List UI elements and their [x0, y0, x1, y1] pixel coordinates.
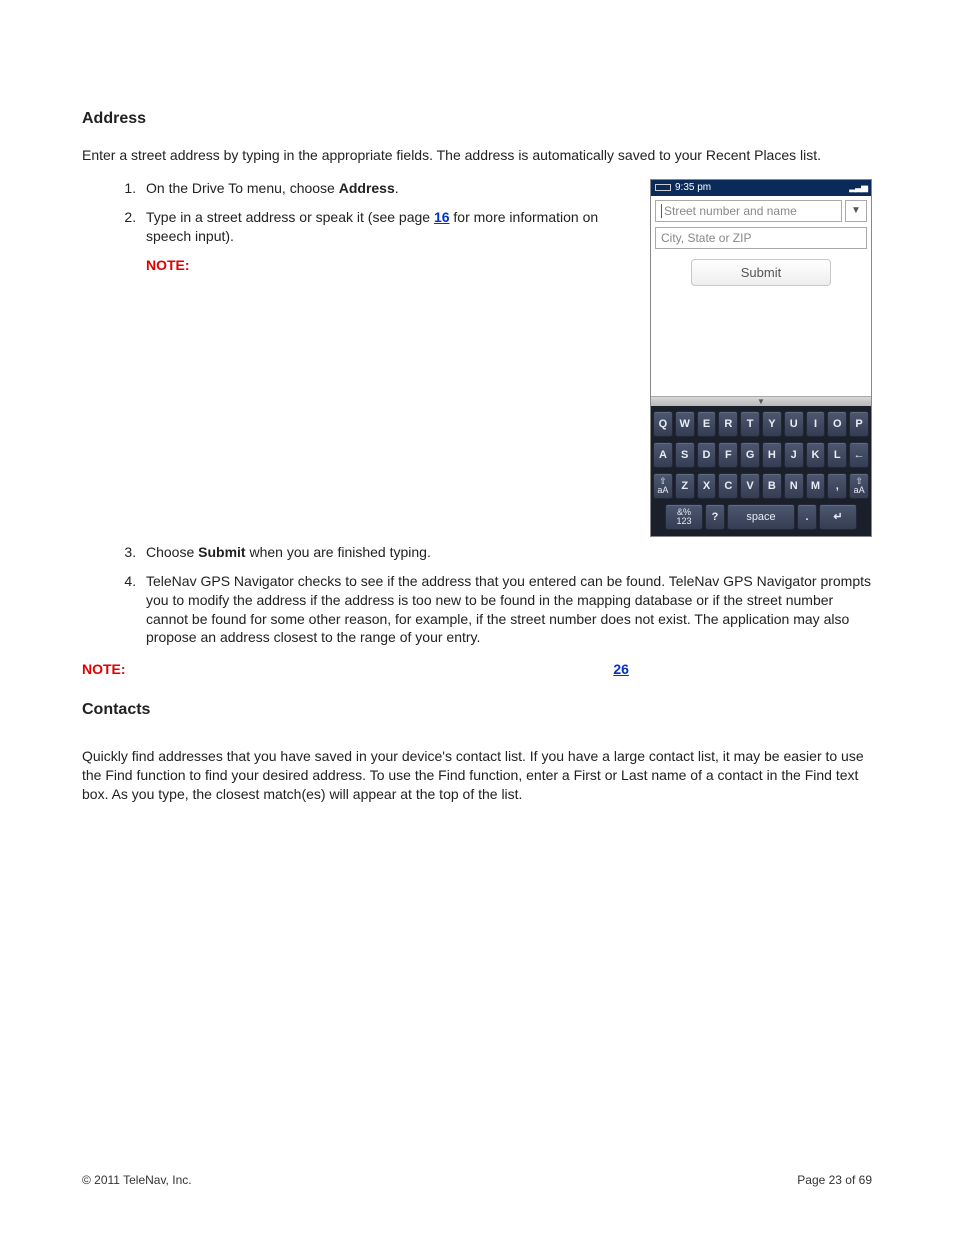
key-backspace[interactable]: ← — [849, 442, 869, 468]
key-g[interactable]: G — [740, 442, 760, 468]
phone-screenshot: 9:35 pm ▂▃▅ Street number and name ▼ Cit… — [650, 179, 872, 537]
key-enter[interactable]: ↵ — [819, 504, 857, 530]
address-intro: Enter a street address by typing in the … — [82, 146, 872, 165]
contacts-body: Quickly find addresses that you have sav… — [82, 747, 872, 804]
key-period[interactable]: . — [797, 504, 817, 530]
footer-page: Page 23 of 69 — [797, 1173, 872, 1187]
key-a[interactable]: A — [653, 442, 673, 468]
key-r[interactable]: R — [718, 411, 738, 437]
key-shift-left[interactable]: ⇧aA — [653, 473, 673, 499]
key-symbols[interactable]: &%123 — [665, 504, 703, 530]
street-dropdown[interactable]: ▼ — [845, 200, 867, 222]
phone-time: 9:35 pm — [675, 182, 711, 193]
submit-button[interactable]: Submit — [691, 259, 831, 286]
key-q[interactable]: Q — [653, 411, 673, 437]
bottom-note-label: NOTE: — [82, 661, 126, 677]
key-z[interactable]: Z — [675, 473, 695, 499]
key-space[interactable]: space — [727, 504, 795, 530]
key-p[interactable]: P — [849, 411, 869, 437]
key-comma[interactable]: , — [827, 473, 847, 499]
bottom-note: NOTE: 26 — [82, 661, 872, 677]
key-s[interactable]: S — [675, 442, 695, 468]
key-w[interactable]: W — [675, 411, 695, 437]
key-b[interactable]: B — [762, 473, 782, 499]
key-l[interactable]: L — [827, 442, 847, 468]
signal-icon: ▂▃▅ — [849, 182, 867, 193]
battery-icon — [655, 184, 671, 191]
key-j[interactable]: J — [784, 442, 804, 468]
key-x[interactable]: X — [697, 473, 717, 499]
key-h[interactable]: H — [762, 442, 782, 468]
page-link-26[interactable]: 26 — [613, 661, 629, 677]
key-f[interactable]: F — [718, 442, 738, 468]
key-n[interactable]: N — [784, 473, 804, 499]
key-o[interactable]: O — [827, 411, 847, 437]
key-u[interactable]: U — [784, 411, 804, 437]
city-input[interactable]: City, State or ZIP — [655, 227, 867, 249]
key-e[interactable]: E — [697, 411, 717, 437]
key-i[interactable]: I — [806, 411, 826, 437]
heading-address: Address — [82, 110, 872, 128]
phone-statusbar: 9:35 pm ▂▃▅ — [651, 180, 871, 196]
key-v[interactable]: V — [740, 473, 760, 499]
key-m[interactable]: M — [806, 473, 826, 499]
onscreen-keyboard: Q W E R T Y U I O P A S D F G H — [651, 406, 871, 536]
keyboard-collapse-tab[interactable]: ▼ — [651, 396, 871, 406]
street-input[interactable]: Street number and name — [655, 200, 842, 222]
footer-copyright: © 2011 TeleNav, Inc. — [82, 1173, 192, 1187]
step-4: TeleNav GPS Navigator checks to see if t… — [140, 572, 872, 648]
heading-contacts: Contacts — [82, 701, 872, 719]
key-d[interactable]: D — [697, 442, 717, 468]
step2-note-label: NOTE: — [146, 257, 190, 273]
key-t[interactable]: T — [740, 411, 760, 437]
step-3: Choose Submit when you are finished typi… — [140, 543, 872, 562]
page-link-16[interactable]: 16 — [434, 209, 450, 225]
phone-blank-area — [651, 296, 871, 396]
key-y[interactable]: Y — [762, 411, 782, 437]
key-c[interactable]: C — [718, 473, 738, 499]
key-shift-right[interactable]: ⇧aA — [849, 473, 869, 499]
key-question[interactable]: ? — [705, 504, 725, 530]
key-k[interactable]: K — [806, 442, 826, 468]
